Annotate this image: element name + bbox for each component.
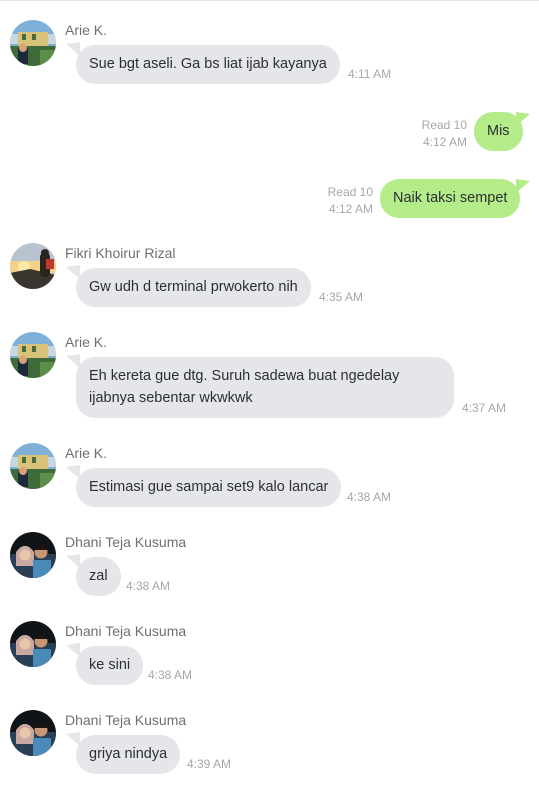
message-bubble[interactable]: Naik taksi sempet [380, 179, 521, 218]
avatar-arie[interactable] [10, 20, 56, 66]
message-bubble[interactable]: Estimasi gue sampai set9 kalo lancar [76, 468, 342, 507]
read-status: Read 10 4:12 AM [328, 184, 373, 218]
message-text-line: Eh kereta gue dtg. Suruh sadewa buat nge… [89, 368, 400, 384]
message-text: Sue bgt aseli. Ga bs liat ijab kayanya [89, 56, 327, 72]
read-label: Read 10 [327, 185, 373, 199]
message-bubble[interactable]: Gw udh d terminal prwokerto nih [76, 268, 311, 307]
chat-message-list[interactable]: Arie K. Sue bgt aseli. Ga bs liat ijab k… [0, 0, 539, 786]
avatar-arie[interactable] [10, 332, 56, 378]
message-time: 4:38 AM [126, 579, 171, 593]
sender-name: Arie K. [65, 445, 108, 461]
message-bubble[interactable]: Sue bgt aseli. Ga bs liat ijab kayanya [76, 45, 340, 84]
message-bubble[interactable]: griya nindya [76, 735, 181, 774]
message-time: 4:12 AM [328, 202, 373, 216]
read-label: Read 10 [421, 118, 467, 132]
avatar-arie[interactable] [10, 443, 56, 489]
message-time: 4:11 AM [348, 67, 392, 81]
message-text: Estimasi gue sampai set9 kalo lancar [89, 479, 329, 495]
message-time: 4:35 AM [319, 290, 364, 304]
message-bubble[interactable]: ke sini [76, 646, 144, 685]
avatar-dhani[interactable] [10, 621, 56, 667]
message-time: 4:38 AM [347, 490, 392, 504]
bubble-tail [516, 179, 530, 193]
message-bubble[interactable]: Eh kereta gue dtg. Suruh sadewa buat nge… [76, 357, 454, 418]
sender-name: Dhani Teja Kusuma [65, 534, 187, 550]
avatar-fikri[interactable] [10, 243, 56, 289]
message-text: griya nindya [89, 746, 168, 762]
avatar-dhani[interactable] [10, 710, 56, 756]
message-time: 4:38 AM [148, 668, 193, 682]
read-status: Read 10 4:12 AM [422, 117, 467, 151]
sender-name: Fikri Khoirur Rizal [65, 245, 176, 261]
message-time: 4:39 AM [187, 757, 232, 771]
avatar-dhani[interactable] [10, 532, 56, 578]
message-text: Mis [487, 123, 510, 139]
message-time: 4:37 AM [462, 401, 507, 415]
bubble-tail [516, 112, 530, 126]
message-text-line: ijabnya sebentar wkwkwk [89, 390, 253, 406]
message-bubble[interactable]: zal [76, 557, 121, 596]
sender-name: Dhani Teja Kusuma [65, 712, 187, 728]
message-text: Naik taksi sempet [393, 190, 508, 206]
message-text: ke sini [89, 657, 131, 673]
message-text: Gw udh d terminal prwokerto nih [89, 279, 298, 295]
sender-name: Arie K. [65, 22, 108, 38]
sender-name: Arie K. [65, 334, 108, 350]
message-time: 4:12 AM [422, 135, 467, 149]
message-text: zal [89, 568, 108, 584]
sender-name: Dhani Teja Kusuma [65, 623, 187, 639]
